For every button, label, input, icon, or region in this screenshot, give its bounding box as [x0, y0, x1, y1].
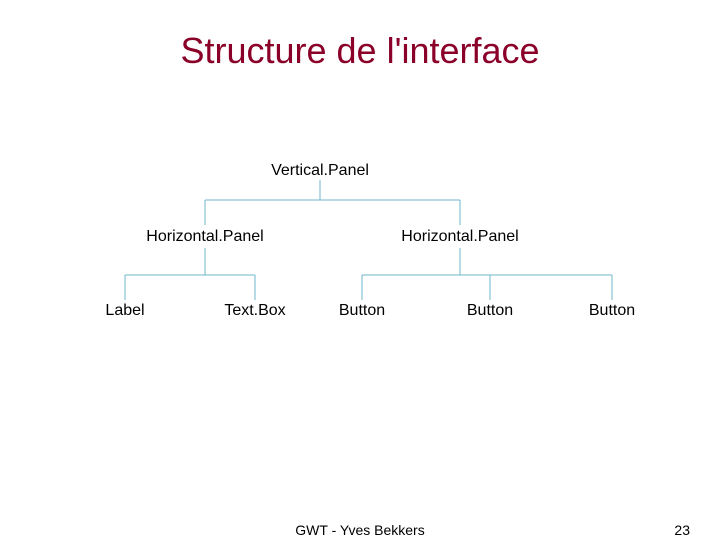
node-label: Label — [105, 302, 144, 320]
node-button-3: Button — [589, 302, 635, 320]
node-horizontal-panel-left: Horizontal.Panel — [146, 228, 263, 246]
node-textbox: Text.Box — [224, 302, 285, 320]
node-button-2: Button — [467, 302, 513, 320]
slide-title: Structure de l'interface — [0, 30, 720, 72]
node-horizontal-panel-right: Horizontal.Panel — [401, 228, 518, 246]
node-button-1: Button — [339, 302, 385, 320]
node-vertical-panel: Vertical.Panel — [271, 162, 369, 180]
tree-connectors — [0, 0, 720, 540]
footer-author: GWT - Yves Bekkers — [295, 522, 424, 538]
footer-page-number: 23 — [674, 522, 690, 538]
